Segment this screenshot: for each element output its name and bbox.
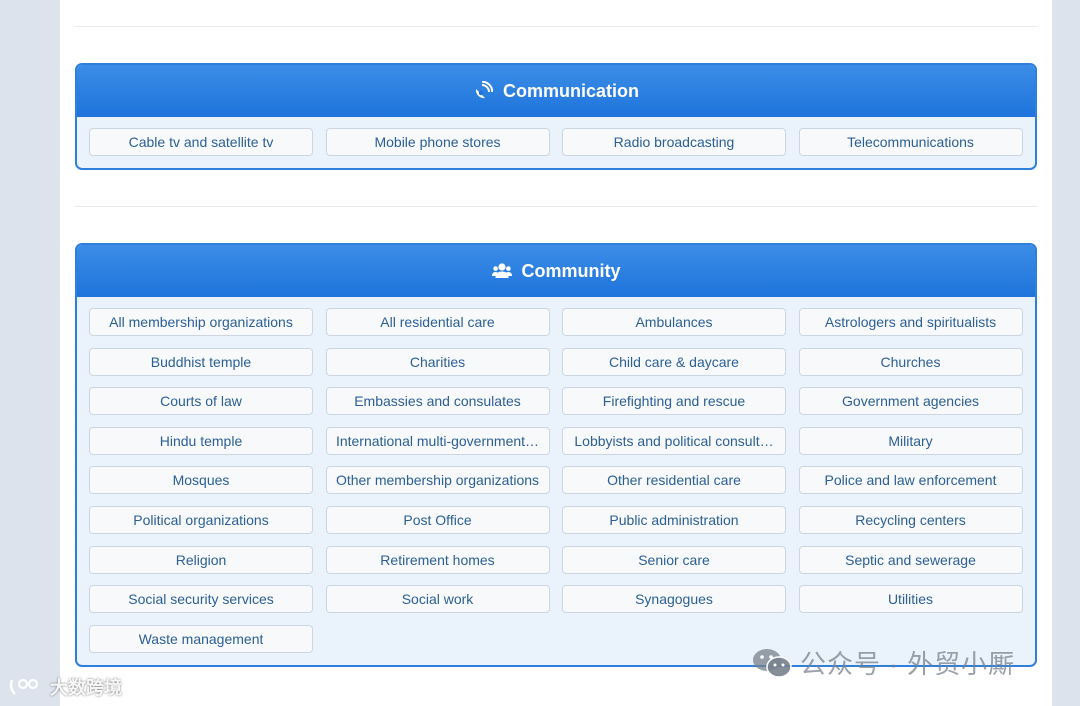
category-label: Political organizations [133,511,269,528]
category-button[interactable]: Ambulances [562,308,786,336]
category-button[interactable]: Cable tv and satellite tv [89,128,313,156]
wechat-icon [752,647,792,679]
category-label: Mosques [172,472,230,489]
users-icon [491,261,512,281]
category-button[interactable]: Waste management [89,624,313,653]
watermark-logo-icon [8,676,44,698]
category-label: Social security services [128,591,274,608]
category-button[interactable]: Public administration [562,505,786,534]
category-label: Senior care [638,551,710,568]
category-button[interactable]: Lobbyists and political consult… [562,426,786,455]
category-button[interactable]: Child care & daycare [562,347,786,376]
category-button[interactable]: Utilities [798,585,1023,614]
category-button[interactable]: Synagogues [562,585,786,614]
category-label: Buddhist temple [150,353,252,370]
category-button[interactable]: Recycling centers [798,505,1023,534]
category-button[interactable]: Charities [325,347,550,376]
category-label: Telecommunications [847,134,974,150]
communication-section: Communication Cable tv and satellite tv M… [75,63,1037,170]
category-button[interactable]: Firefighting and rescue [562,387,786,416]
category-label: Police and law enforcement [824,472,997,489]
category-button[interactable]: Retirement homes [325,545,550,574]
community-title: Community [521,260,621,281]
category-label: Churches [880,353,941,370]
category-button[interactable]: Military [798,426,1023,455]
category-label: Firefighting and rescue [602,393,746,410]
category-label: Hindu temple [159,432,243,449]
divider [75,26,1037,27]
category-label: Religion [175,551,227,568]
category-label: Post Office [403,511,472,528]
watermark-right-text: 公众号 · 外贸小厮 [800,649,1016,679]
communication-grid: Cable tv and satellite tv Mobile phone st… [77,117,1035,168]
category-button[interactable]: Mobile phone stores [325,128,550,156]
category-label: Other residential care [607,472,741,489]
watermark-left: 大数跨境 [8,674,122,700]
watermark-left-text: 大数跨境 [50,678,122,698]
category-label: Social work [401,591,474,608]
category-label: Mobile phone stores [374,134,501,150]
community-header: Community [77,245,1035,297]
community-grid: All membership organizations All resident… [77,297,1035,665]
category-button[interactable]: All residential care [325,308,550,336]
communication-title: Communication [502,80,639,101]
category-label: Retirement homes [380,551,495,568]
category-label: Government agencies [842,393,979,410]
watermark-right: 公众号 · 外贸小厮 [752,644,1015,681]
communication-header: Communication [77,65,1035,117]
category-button[interactable]: Churches [798,347,1023,376]
page-content: Communication Cable tv and satellite tv M… [60,0,1052,706]
category-label: Recycling centers [855,511,966,528]
category-button[interactable]: Other membership organizations [325,466,550,495]
category-label: Charities [409,353,466,370]
category-label: Cable tv and satellite tv [128,134,274,150]
category-button[interactable]: Radio broadcasting [562,128,786,156]
category-label: Waste management [138,630,264,647]
category-button[interactable]: Senior care [562,545,786,574]
category-label: Courts of law [160,393,242,410]
category-button[interactable]: Social work [325,585,550,614]
community-section: Community All membership organizations Al… [75,243,1037,667]
category-label: Public administration [609,511,739,528]
category-button[interactable]: Hindu temple [89,426,313,455]
category-button[interactable]: Courts of law [89,387,313,416]
category-button[interactable]: Other residential care [562,466,786,495]
category-button[interactable]: Buddhist temple [89,347,313,376]
category-button[interactable]: Political organizations [89,505,313,534]
category-label: Lobbyists and political consult… [574,432,774,449]
category-button[interactable]: Government agencies [798,387,1023,416]
category-label: Military [888,432,933,449]
category-label: Child care & daycare [609,353,739,370]
satellite-dish-icon [473,81,493,101]
category-button[interactable]: Astrologers and spiritualists [798,308,1023,336]
category-label: Synagogues [635,591,713,608]
category-button[interactable]: Police and law enforcement [798,466,1023,495]
category-button[interactable]: Mosques [89,466,313,495]
category-button[interactable]: Social security services [89,585,313,614]
category-button[interactable]: Septic and sewerage [798,545,1023,574]
divider [75,206,1037,207]
category-button[interactable]: Embassies and consulates [325,387,550,416]
category-button[interactable]: Telecommunications [798,128,1023,156]
category-button[interactable]: International multi-government… [325,426,550,455]
category-label: Ambulances [635,314,713,330]
category-label: Embassies and consulates [354,393,521,410]
category-label: Astrologers and spiritualists [824,314,997,330]
category-label: Septic and sewerage [845,551,976,568]
category-label: Radio broadcasting [613,134,735,150]
category-label: Other membership organizations [335,472,540,489]
category-label: Utilities [887,591,934,608]
category-button[interactable]: Religion [89,545,313,574]
category-label: All membership organizations [109,314,293,330]
category-button[interactable]: Post Office [325,505,550,534]
category-button[interactable]: All membership organizations [89,308,313,336]
category-label: All residential care [380,314,495,330]
category-label: International multi-government… [335,432,540,449]
